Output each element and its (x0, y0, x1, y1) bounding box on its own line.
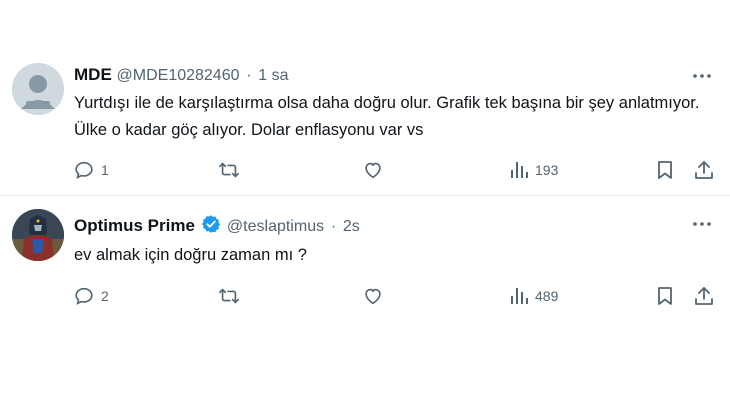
separator-dot: · (330, 218, 337, 235)
reply-icon (75, 287, 93, 305)
share-button[interactable] (693, 158, 715, 182)
like-icon (365, 288, 381, 305)
action-bar: 2 489 (73, 284, 718, 308)
tweet[interactable]: MDE @MDE10282460 · 1 sa Yurtdışı ile de … (0, 50, 730, 196)
more-icon (693, 74, 711, 78)
like-button[interactable] (362, 284, 384, 308)
retweet-icon (219, 162, 239, 178)
timestamp[interactable]: 1 sa (258, 67, 288, 84)
views-count: 489 (535, 288, 559, 304)
tweet-header: MDE @MDE10282460 · 1 sa (74, 65, 289, 86)
views-icon (511, 288, 528, 304)
verified-badge (201, 214, 221, 239)
avatar[interactable] (12, 209, 64, 261)
like-button[interactable] (362, 158, 384, 182)
display-name[interactable]: MDE (74, 65, 112, 84)
bookmark-icon (658, 287, 672, 305)
reply-button[interactable]: 1 (73, 158, 109, 182)
optimus-avatar-icon (12, 209, 64, 261)
separator-dot: · (246, 67, 252, 84)
avatar[interactable] (12, 63, 64, 115)
views-icon (511, 162, 528, 178)
tweet-header: Optimus Prime @teslaptimus · 2s (74, 214, 360, 239)
reply-button[interactable]: 2 (73, 284, 109, 308)
like-icon (365, 162, 381, 179)
views-button[interactable]: 193 (509, 158, 558, 182)
views-button[interactable]: 489 (509, 284, 558, 308)
share-icon (695, 287, 713, 305)
reply-count: 1 (101, 162, 109, 178)
user-handle[interactable]: @MDE10282460 (117, 67, 240, 84)
display-name[interactable]: Optimus Prime (74, 216, 195, 235)
bookmark-icon (658, 161, 672, 179)
tweet-text: Yurtdışı ile de karşılaştırma olsa daha … (74, 94, 700, 139)
share-button[interactable] (693, 284, 715, 308)
views-count: 193 (535, 162, 559, 178)
tweet-text: ev almak için doğru zaman mı ? (74, 246, 307, 264)
user-handle[interactable]: @teslaptimus (227, 218, 324, 235)
more-options-button[interactable] (690, 66, 714, 86)
retweet-icon (219, 288, 239, 304)
share-icon (695, 161, 713, 179)
more-icon (693, 222, 711, 226)
bookmark-button[interactable] (655, 158, 675, 182)
retweet-button[interactable] (217, 284, 241, 308)
more-options-button[interactable] (690, 214, 714, 234)
timestamp[interactable]: 2s (343, 218, 360, 235)
bookmark-button[interactable] (655, 284, 675, 308)
retweet-button[interactable] (217, 158, 241, 182)
tweet[interactable]: Optimus Prime @teslaptimus · 2s ev almak … (0, 196, 730, 326)
reply-count: 2 (101, 288, 109, 304)
verified-badge-icon (201, 215, 221, 233)
default-avatar-icon (12, 63, 64, 115)
reply-icon (75, 161, 93, 179)
action-bar: 1 193 (73, 158, 718, 182)
